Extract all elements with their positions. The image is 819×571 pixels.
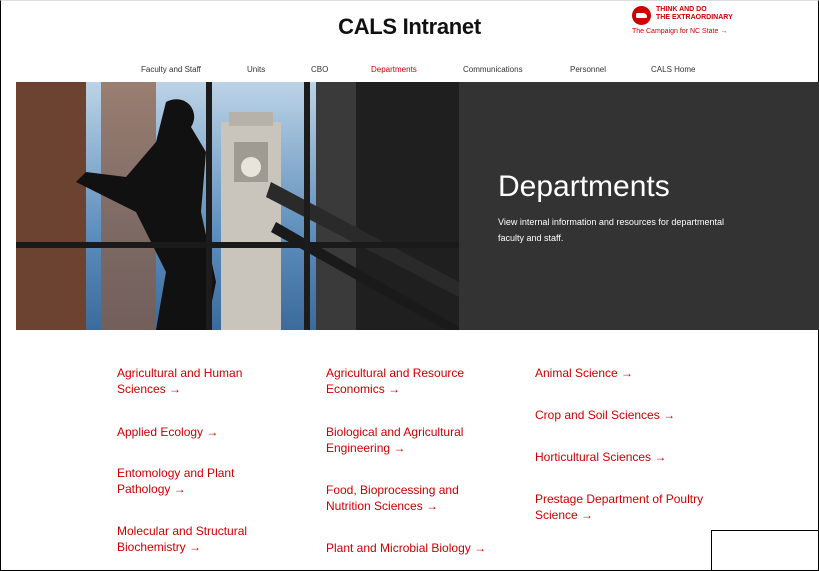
- department-link-biological-and-agricultural-engineering[interactable]: Biological and Agricultural Engineering …: [326, 424, 506, 456]
- nav-item-communications[interactable]: Communications: [463, 65, 523, 74]
- department-link-food-bioprocessing-and-nutrition-sciences[interactable]: Food, Bioprocessing and Nutrition Scienc…: [326, 482, 506, 514]
- department-link-entomology-and-plant-pathology[interactable]: Entomology and Plant Pathology →: [117, 465, 267, 497]
- nav-item-units[interactable]: Units: [247, 65, 265, 74]
- department-link-crop-and-soil-sciences[interactable]: Crop and Soil Sciences →: [535, 407, 725, 423]
- campaign-tagline-line2: THE EXTRAORDINARY: [656, 14, 733, 21]
- nav-item-cals-home[interactable]: CALS Home: [651, 65, 695, 74]
- nav-item-cbo[interactable]: CBO: [311, 65, 328, 74]
- page-title: Departments: [498, 170, 670, 203]
- wolf-logo-icon: [632, 6, 651, 25]
- main-nav: Faculty and Staff Units CBO Departments …: [0, 65, 819, 77]
- hero-image: [16, 82, 459, 330]
- department-link-agricultural-and-human-sciences[interactable]: Agricultural and Human Sciences →: [117, 365, 292, 397]
- campaign-tagline-line1: THINK AND DO: [656, 6, 707, 13]
- hero-photo-illustration: [16, 82, 459, 330]
- campaign-tagline: THINK AND DO THE EXTRAORDINARY: [656, 6, 776, 22]
- department-link-animal-science[interactable]: Animal Science →: [535, 365, 725, 381]
- department-link-horticultural-sciences[interactable]: Horticultural Sciences →: [535, 449, 725, 465]
- page-description: View internal information and resources …: [498, 217, 724, 243]
- department-link-applied-ecology[interactable]: Applied Ecology →: [117, 424, 292, 440]
- department-link-agricultural-and-resource-economics[interactable]: Agricultural and Resource Economics →: [326, 365, 506, 397]
- department-link-prestage-poultry-science[interactable]: Prestage Department of Poultry Science →: [535, 491, 725, 523]
- hero-panel: Departments View internal information an…: [459, 82, 819, 330]
- department-link-molecular-and-structural-biochemistry[interactable]: Molecular and Structural Biochemistry →: [117, 523, 292, 555]
- campaign-link[interactable]: The Campaign for NC State →: [632, 28, 727, 35]
- nav-item-faculty-and-staff[interactable]: Faculty and Staff: [141, 65, 201, 74]
- nav-item-departments[interactable]: Departments: [371, 65, 417, 74]
- overlay-box: [711, 530, 818, 570]
- department-link-plant-and-microbial-biology[interactable]: Plant and Microbial Biology →: [326, 540, 516, 556]
- nav-item-personnel[interactable]: Personnel: [570, 65, 606, 74]
